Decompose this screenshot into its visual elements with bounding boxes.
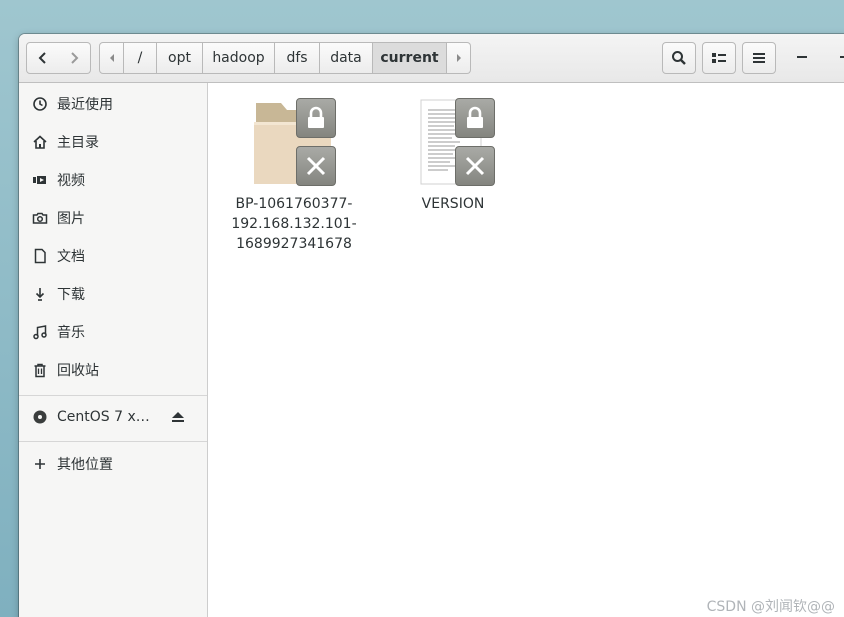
music-icon <box>32 324 48 340</box>
sidebar-item-label: CentOS 7 x… <box>57 409 150 425</box>
sidebar-separator <box>19 395 207 396</box>
path-segment-dfs[interactable]: dfs <box>275 42 320 74</box>
sidebar-item-documents[interactable]: 文档 <box>19 238 207 274</box>
chevron-left-icon <box>38 52 46 64</box>
path-segment-root[interactable]: / <box>124 42 157 74</box>
sidebar-item-music[interactable]: 音乐 <box>19 314 207 350</box>
sidebar-item-label: 视频 <box>57 173 85 189</box>
file-item-bp-folder[interactable]: BP-1061760377- 192.168.132.101- 16899273… <box>229 98 359 254</box>
file-name-line: VERSION <box>421 196 485 212</box>
triangle-left-icon <box>109 54 114 62</box>
file-name: VERSION <box>388 194 518 214</box>
forward-button[interactable] <box>58 42 91 74</box>
path-scroll-right-button[interactable] <box>447 42 471 74</box>
folder-icon <box>249 98 339 188</box>
triangle-right-icon <box>456 54 461 62</box>
sidebar-item-downloads[interactable]: 下载 <box>19 276 207 312</box>
sidebar-item-label: 其他位置 <box>57 457 113 473</box>
sidebar-item-pictures[interactable]: 图片 <box>19 200 207 236</box>
path-segment-current[interactable]: current <box>373 42 447 74</box>
unreadable-x-icon <box>296 146 336 186</box>
file-name-line: 192.168.132.101- <box>231 216 357 232</box>
back-button[interactable] <box>26 42 59 74</box>
sidebar-item-label: 回收站 <box>57 363 99 379</box>
sidebar-item-home[interactable]: 主目录 <box>19 124 207 160</box>
lock-icon <box>455 98 495 138</box>
home-icon <box>32 134 48 150</box>
search-button[interactable] <box>662 42 696 74</box>
sidebar-item-recent[interactable]: 最近使用 <box>19 86 207 122</box>
sidebar-item-label: 主目录 <box>57 135 99 151</box>
path-segment-opt[interactable]: opt <box>157 42 203 74</box>
sidebar-item-label: 下载 <box>57 287 85 303</box>
header-bar: / opt hadoop dfs data current <box>19 34 844 83</box>
hamburger-menu-icon <box>753 53 765 63</box>
path-bar: / opt hadoop dfs data current <box>99 42 471 74</box>
file-name-line: BP-1061760377- <box>235 196 353 212</box>
file-name: BP-1061760377- 192.168.132.101- 16899273… <box>229 194 359 254</box>
minimize-button[interactable] <box>797 56 807 58</box>
sidebar-item-label: 音乐 <box>57 325 85 341</box>
sidebar-item-trash[interactable]: 回收站 <box>19 352 207 388</box>
trash-icon <box>32 362 48 378</box>
file-manager-window: / opt hadoop dfs data current 最近使用 主目录 视… <box>19 34 844 617</box>
download-icon <box>32 286 48 302</box>
file-item-version[interactable]: VERSION <box>388 98 518 214</box>
camera-icon <box>32 210 48 226</box>
sidebar: 最近使用 主目录 视频 图片 文档 下载 音乐 回收站 CentOS 7 x… … <box>19 83 208 617</box>
search-icon <box>672 51 686 65</box>
lock-icon <box>296 98 336 138</box>
plus-icon <box>32 456 48 472</box>
sidebar-item-label: 最近使用 <box>57 97 113 113</box>
close-button[interactable] <box>840 56 844 58</box>
path-segment-hadoop[interactable]: hadoop <box>203 42 275 74</box>
clock-icon <box>32 96 48 112</box>
sidebar-item-other-locations[interactable]: 其他位置 <box>19 446 207 482</box>
chevron-right-icon <box>71 52 79 64</box>
sidebar-item-videos[interactable]: 视频 <box>19 162 207 198</box>
sidebar-item-device[interactable]: CentOS 7 x… <box>19 399 207 435</box>
list-view-icon <box>712 53 726 63</box>
file-view: BP-1061760377- 192.168.132.101- 16899273… <box>208 83 844 617</box>
document-icon <box>32 248 48 264</box>
sidebar-item-label: 图片 <box>57 211 85 227</box>
watermark-text: CSDN @刘闻钦@@ <box>706 599 835 615</box>
path-scroll-left-button[interactable] <box>99 42 124 74</box>
eject-icon[interactable] <box>171 408 185 427</box>
file-name-line: 1689927341678 <box>236 236 352 252</box>
text-file-icon <box>408 98 498 188</box>
unreadable-x-icon <box>455 146 495 186</box>
video-icon <box>32 172 48 188</box>
sidebar-separator <box>19 441 207 442</box>
path-segment-data[interactable]: data <box>320 42 373 74</box>
view-toggle-button[interactable] <box>702 42 736 74</box>
disc-icon <box>32 409 48 425</box>
menu-button[interactable] <box>742 42 776 74</box>
sidebar-item-label: 文档 <box>57 249 85 265</box>
